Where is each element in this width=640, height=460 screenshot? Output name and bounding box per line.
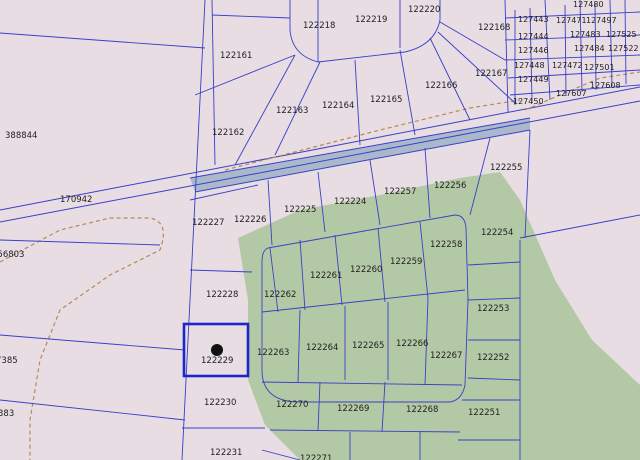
- parcel-label-122251[interactable]: 122251: [468, 408, 500, 418]
- parcel-label-122254[interactable]: 122254: [481, 228, 513, 238]
- parcel-label-122161[interactable]: 122161: [220, 51, 252, 61]
- parcel-label-122261[interactable]: 122261: [310, 271, 342, 281]
- parcel-label-122270[interactable]: 122270: [276, 400, 308, 410]
- parcel-label-388844[interactable]: 388844: [5, 131, 37, 141]
- parcel-label-127471[interactable]: 127471: [556, 16, 587, 25]
- parcel-label-127501[interactable]: 127501: [584, 63, 615, 72]
- parcel-label-127484[interactable]: 127484: [574, 44, 605, 53]
- parcel-label-7385[interactable]: 7385: [0, 356, 18, 366]
- parcel-label-122268[interactable]: 122268: [406, 405, 438, 415]
- parcel-label-122231[interactable]: 122231: [210, 448, 242, 458]
- parcel-label-127608[interactable]: 127608: [590, 81, 621, 90]
- parcel-label-122262[interactable]: 122262: [264, 290, 296, 300]
- parcel-label-122224[interactable]: 122224: [334, 197, 366, 207]
- parcel-label-122218[interactable]: 122218: [303, 21, 335, 31]
- parcel-label-122219[interactable]: 122219: [355, 15, 387, 25]
- parcel-label-127607[interactable]: 127607: [556, 89, 587, 98]
- parcel-label-122258[interactable]: 122258: [430, 240, 462, 250]
- parcel-label-122165[interactable]: 122165: [370, 95, 402, 105]
- parcel-label-122259[interactable]: 122259: [390, 257, 422, 267]
- parcel-label-127497[interactable]: 127497: [586, 16, 617, 25]
- parcel-label-356803[interactable]: 356803: [0, 250, 24, 260]
- parcel-label-122226[interactable]: 122226: [234, 215, 266, 225]
- parcel-label-122166[interactable]: 122166: [425, 81, 457, 91]
- parcel-label-122255[interactable]: 122255: [490, 163, 522, 173]
- parcel-label-122256[interactable]: 122256: [434, 181, 466, 191]
- parcel-label-122263[interactable]: 122263: [257, 348, 289, 358]
- trail-west: [0, 217, 164, 460]
- location-marker[interactable]: [211, 344, 223, 356]
- parcel-label-122220[interactable]: 122220: [408, 5, 440, 15]
- parcel-label-122264[interactable]: 122264: [306, 343, 338, 353]
- map-canvas[interactable]: 170942 388844 356803 7385 383 122161 122162 12…: [0, 0, 640, 460]
- parcel-label-127443[interactable]: 127443: [518, 15, 549, 24]
- parcel-label-122167[interactable]: 122167: [475, 69, 507, 79]
- parcel-label-122269[interactable]: 122269: [337, 404, 369, 414]
- parcel-label-122229[interactable]: 122229: [201, 356, 233, 366]
- parcel-label-127446[interactable]: 127446: [518, 46, 549, 55]
- road-label: 170942: [60, 195, 92, 205]
- parcel-label-383[interactable]: 383: [0, 409, 14, 419]
- parcel-label-122164[interactable]: 122164: [322, 101, 354, 111]
- parcel-label-122228[interactable]: 122228: [206, 290, 238, 300]
- parcel-label-127472[interactable]: 127472: [552, 61, 583, 70]
- parcel-map[interactable]: 170942 388844 356803 7385 383 122161 122162 12…: [0, 0, 640, 460]
- parcel-label-122252[interactable]: 122252: [477, 353, 509, 363]
- parcel-label-122225[interactable]: 122225: [284, 205, 316, 215]
- parcel-label-127448[interactable]: 127448: [514, 61, 545, 70]
- parcel-label-127483[interactable]: 127483: [570, 30, 601, 39]
- parcel-label-122267[interactable]: 122267: [430, 351, 462, 361]
- parcel-label-127522[interactable]: 127522: [608, 44, 639, 53]
- parcel-label-122266[interactable]: 122266: [396, 339, 428, 349]
- parcel-label-122162[interactable]: 122162: [212, 128, 244, 138]
- parcel-label-122265[interactable]: 122265: [352, 341, 384, 351]
- parcel-label-127450[interactable]: 127450: [513, 97, 544, 106]
- forest-area: [238, 172, 640, 460]
- parcel-label-127480[interactable]: 127480: [573, 0, 604, 9]
- parcel-label-122227[interactable]: 122227: [192, 218, 224, 228]
- parcel-label-122260[interactable]: 122260: [350, 265, 382, 275]
- parcel-label-127449[interactable]: 127449: [518, 75, 549, 84]
- parcel-label-122163[interactable]: 122163: [276, 106, 308, 116]
- parcel-label-122271[interactable]: 122271: [300, 454, 332, 460]
- parcel-label-127444[interactable]: 127444: [518, 32, 549, 41]
- parcel-label-122253[interactable]: 122253: [477, 304, 509, 314]
- parcel-label-127525[interactable]: 127525: [606, 30, 637, 39]
- parcel-label-122257[interactable]: 122257: [384, 187, 416, 197]
- parcel-label-122230[interactable]: 122230: [204, 398, 236, 408]
- parcel-label-122168[interactable]: 122168: [478, 23, 510, 33]
